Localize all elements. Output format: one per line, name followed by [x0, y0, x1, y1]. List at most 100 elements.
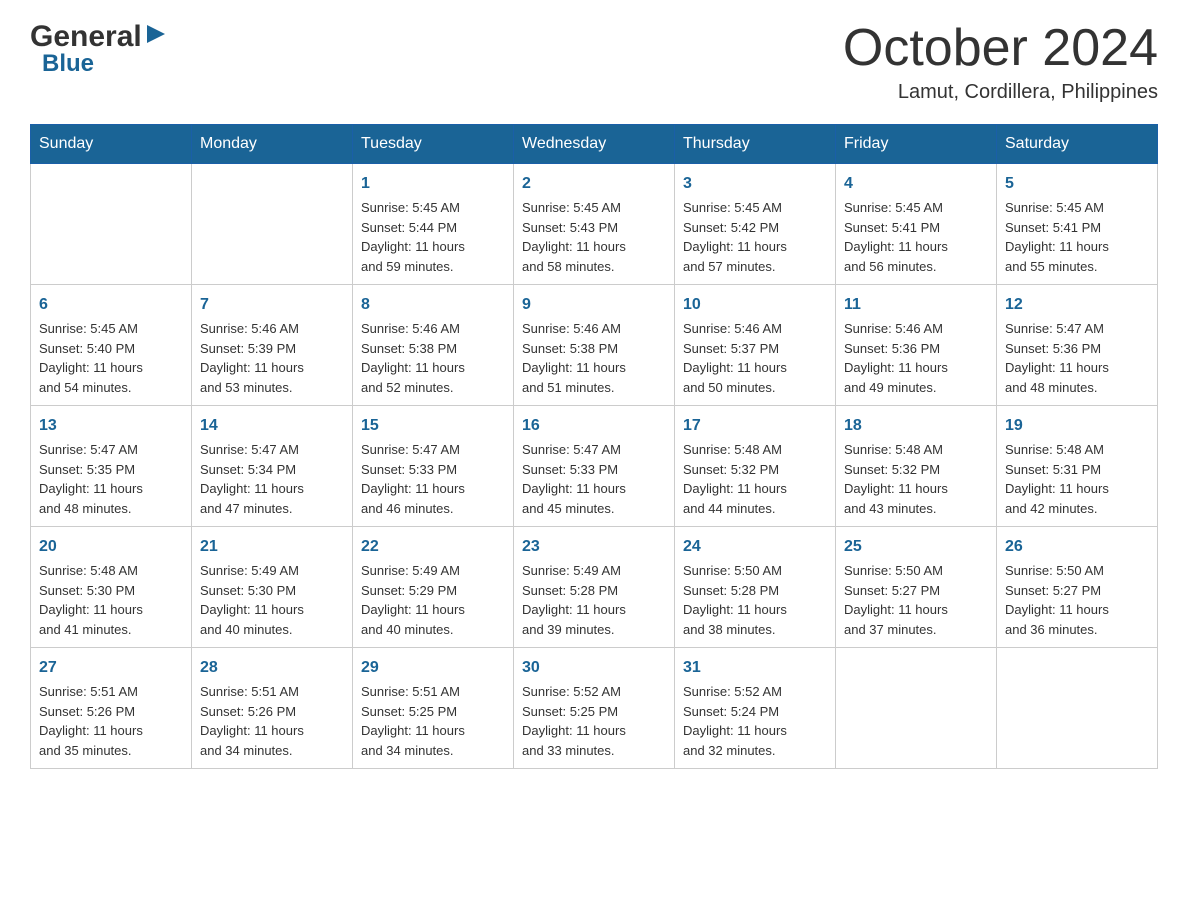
calendar-cell: 8Sunrise: 5:46 AMSunset: 5:38 PMDaylight… [353, 285, 514, 406]
calendar-cell: 27Sunrise: 5:51 AMSunset: 5:26 PMDayligh… [31, 648, 192, 769]
day-info: Sunrise: 5:47 AMSunset: 5:33 PMDaylight:… [522, 440, 666, 518]
calendar-table: Sunday Monday Tuesday Wednesday Thursday… [30, 124, 1158, 769]
calendar-cell: 1Sunrise: 5:45 AMSunset: 5:44 PMDaylight… [353, 164, 514, 285]
calendar-cell: 20Sunrise: 5:48 AMSunset: 5:30 PMDayligh… [31, 527, 192, 648]
day-info: Sunrise: 5:45 AMSunset: 5:42 PMDaylight:… [683, 198, 827, 276]
day-number: 4 [844, 172, 988, 196]
calendar-cell [192, 164, 353, 285]
day-number: 18 [844, 414, 988, 438]
logo-blue-text: Blue [42, 50, 167, 78]
day-number: 3 [683, 172, 827, 196]
logo-arrow-icon [145, 23, 167, 45]
month-title: October 2024 [843, 20, 1158, 77]
logo: General Blue [30, 20, 167, 78]
day-info: Sunrise: 5:49 AMSunset: 5:28 PMDaylight:… [522, 561, 666, 639]
day-info: Sunrise: 5:45 AMSunset: 5:43 PMDaylight:… [522, 198, 666, 276]
day-number: 28 [200, 656, 344, 680]
calendar-cell: 22Sunrise: 5:49 AMSunset: 5:29 PMDayligh… [353, 527, 514, 648]
calendar-cell: 30Sunrise: 5:52 AMSunset: 5:25 PMDayligh… [514, 648, 675, 769]
calendar-header: Sunday Monday Tuesday Wednesday Thursday… [31, 125, 1158, 164]
day-number: 10 [683, 293, 827, 317]
day-info: Sunrise: 5:45 AMSunset: 5:44 PMDaylight:… [361, 198, 505, 276]
calendar-cell: 23Sunrise: 5:49 AMSunset: 5:28 PMDayligh… [514, 527, 675, 648]
day-info: Sunrise: 5:47 AMSunset: 5:34 PMDaylight:… [200, 440, 344, 518]
day-info: Sunrise: 5:45 AMSunset: 5:41 PMDaylight:… [1005, 198, 1149, 276]
day-info: Sunrise: 5:50 AMSunset: 5:27 PMDaylight:… [1005, 561, 1149, 639]
day-number: 7 [200, 293, 344, 317]
logo-general-row: General [30, 20, 167, 54]
day-info: Sunrise: 5:50 AMSunset: 5:27 PMDaylight:… [844, 561, 988, 639]
calendar-cell: 13Sunrise: 5:47 AMSunset: 5:35 PMDayligh… [31, 406, 192, 527]
day-info: Sunrise: 5:45 AMSunset: 5:41 PMDaylight:… [844, 198, 988, 276]
day-info: Sunrise: 5:51 AMSunset: 5:26 PMDaylight:… [200, 682, 344, 760]
page-header: General Blue October 2024 Lamut, Cordill… [30, 20, 1158, 104]
calendar-cell: 14Sunrise: 5:47 AMSunset: 5:34 PMDayligh… [192, 406, 353, 527]
day-number: 13 [39, 414, 183, 438]
day-number: 27 [39, 656, 183, 680]
day-number: 5 [1005, 172, 1149, 196]
day-info: Sunrise: 5:47 AMSunset: 5:35 PMDaylight:… [39, 440, 183, 518]
calendar-cell: 28Sunrise: 5:51 AMSunset: 5:26 PMDayligh… [192, 648, 353, 769]
day-number: 31 [683, 656, 827, 680]
day-number: 2 [522, 172, 666, 196]
day-number: 14 [200, 414, 344, 438]
calendar-cell: 15Sunrise: 5:47 AMSunset: 5:33 PMDayligh… [353, 406, 514, 527]
day-number: 20 [39, 535, 183, 559]
calendar-cell [997, 648, 1158, 769]
calendar-cell: 25Sunrise: 5:50 AMSunset: 5:27 PMDayligh… [836, 527, 997, 648]
calendar-cell: 16Sunrise: 5:47 AMSunset: 5:33 PMDayligh… [514, 406, 675, 527]
calendar-body: 1Sunrise: 5:45 AMSunset: 5:44 PMDaylight… [31, 164, 1158, 769]
day-info: Sunrise: 5:46 AMSunset: 5:36 PMDaylight:… [844, 319, 988, 397]
week-row-1: 1Sunrise: 5:45 AMSunset: 5:44 PMDaylight… [31, 164, 1158, 285]
day-number: 24 [683, 535, 827, 559]
calendar-cell: 5Sunrise: 5:45 AMSunset: 5:41 PMDaylight… [997, 164, 1158, 285]
day-number: 12 [1005, 293, 1149, 317]
day-info: Sunrise: 5:52 AMSunset: 5:24 PMDaylight:… [683, 682, 827, 760]
day-info: Sunrise: 5:48 AMSunset: 5:32 PMDaylight:… [683, 440, 827, 518]
day-info: Sunrise: 5:45 AMSunset: 5:40 PMDaylight:… [39, 319, 183, 397]
header-sunday: Sunday [31, 125, 192, 164]
days-of-week-row: Sunday Monday Tuesday Wednesday Thursday… [31, 125, 1158, 164]
header-thursday: Thursday [675, 125, 836, 164]
calendar-cell [836, 648, 997, 769]
logo-general-text: General [30, 20, 142, 54]
day-info: Sunrise: 5:46 AMSunset: 5:37 PMDaylight:… [683, 319, 827, 397]
day-number: 6 [39, 293, 183, 317]
header-friday: Friday [836, 125, 997, 164]
header-monday: Monday [192, 125, 353, 164]
calendar-cell: 9Sunrise: 5:46 AMSunset: 5:38 PMDaylight… [514, 285, 675, 406]
calendar-cell: 10Sunrise: 5:46 AMSunset: 5:37 PMDayligh… [675, 285, 836, 406]
day-number: 23 [522, 535, 666, 559]
calendar-cell: 7Sunrise: 5:46 AMSunset: 5:39 PMDaylight… [192, 285, 353, 406]
calendar-cell: 3Sunrise: 5:45 AMSunset: 5:42 PMDaylight… [675, 164, 836, 285]
day-info: Sunrise: 5:46 AMSunset: 5:38 PMDaylight:… [361, 319, 505, 397]
week-row-4: 20Sunrise: 5:48 AMSunset: 5:30 PMDayligh… [31, 527, 1158, 648]
calendar-cell: 12Sunrise: 5:47 AMSunset: 5:36 PMDayligh… [997, 285, 1158, 406]
day-number: 29 [361, 656, 505, 680]
day-number: 16 [522, 414, 666, 438]
day-info: Sunrise: 5:49 AMSunset: 5:29 PMDaylight:… [361, 561, 505, 639]
day-info: Sunrise: 5:48 AMSunset: 5:30 PMDaylight:… [39, 561, 183, 639]
header-tuesday: Tuesday [353, 125, 514, 164]
day-number: 26 [1005, 535, 1149, 559]
day-number: 21 [200, 535, 344, 559]
day-number: 1 [361, 172, 505, 196]
day-number: 9 [522, 293, 666, 317]
week-row-3: 13Sunrise: 5:47 AMSunset: 5:35 PMDayligh… [31, 406, 1158, 527]
calendar-cell: 31Sunrise: 5:52 AMSunset: 5:24 PMDayligh… [675, 648, 836, 769]
calendar-cell: 4Sunrise: 5:45 AMSunset: 5:41 PMDaylight… [836, 164, 997, 285]
day-number: 17 [683, 414, 827, 438]
header-wednesday: Wednesday [514, 125, 675, 164]
week-row-2: 6Sunrise: 5:45 AMSunset: 5:40 PMDaylight… [31, 285, 1158, 406]
calendar-cell: 17Sunrise: 5:48 AMSunset: 5:32 PMDayligh… [675, 406, 836, 527]
calendar-cell: 29Sunrise: 5:51 AMSunset: 5:25 PMDayligh… [353, 648, 514, 769]
location-text: Lamut, Cordillera, Philippines [843, 81, 1158, 104]
calendar-cell: 2Sunrise: 5:45 AMSunset: 5:43 PMDaylight… [514, 164, 675, 285]
day-info: Sunrise: 5:48 AMSunset: 5:31 PMDaylight:… [1005, 440, 1149, 518]
day-number: 8 [361, 293, 505, 317]
day-info: Sunrise: 5:51 AMSunset: 5:25 PMDaylight:… [361, 682, 505, 760]
day-info: Sunrise: 5:46 AMSunset: 5:39 PMDaylight:… [200, 319, 344, 397]
title-section: October 2024 Lamut, Cordillera, Philippi… [843, 20, 1158, 104]
day-info: Sunrise: 5:47 AMSunset: 5:36 PMDaylight:… [1005, 319, 1149, 397]
day-number: 22 [361, 535, 505, 559]
